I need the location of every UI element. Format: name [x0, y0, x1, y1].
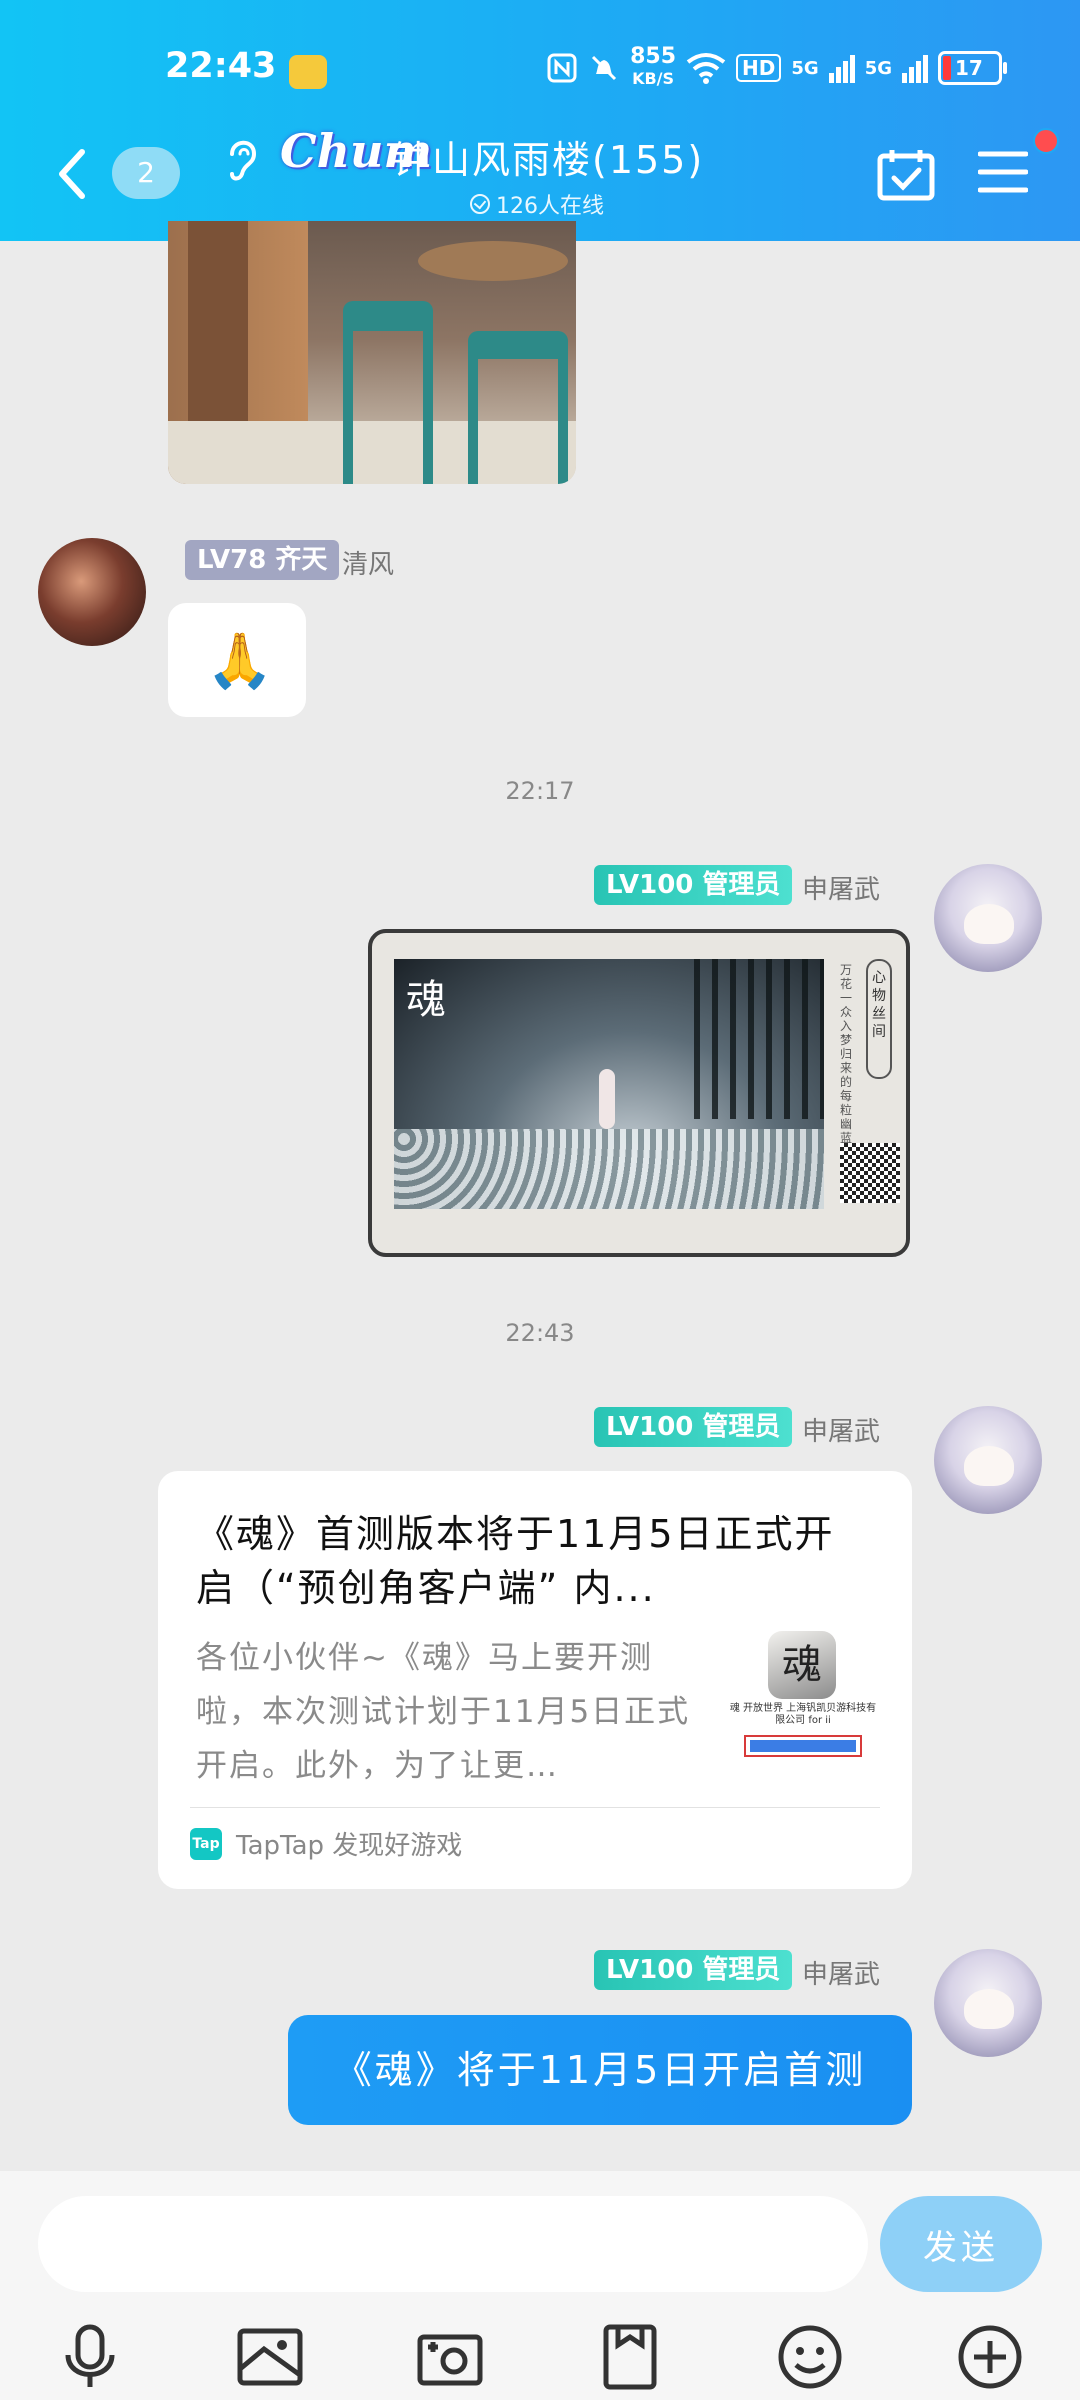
- timestamp: 22:43: [505, 1319, 575, 1347]
- battery-level: [943, 56, 951, 80]
- online-count[interactable]: 126人在线: [470, 188, 604, 220]
- net-speed-value: 855: [630, 44, 677, 69]
- send-button[interactable]: 发送: [880, 2196, 1042, 2292]
- level-badge: LV78 齐天: [185, 540, 340, 580]
- link-source: Tap TapTap 发现好游戏: [190, 1825, 462, 1862]
- image-icon[interactable]: [236, 2323, 304, 2391]
- wifi-icon: [686, 53, 726, 84]
- thumbnail-button: [744, 1735, 862, 1757]
- message-input[interactable]: [38, 2196, 868, 2292]
- link-title: 《魂》首测版本将于11月5日正式开启（“预创角客户端” 内...: [196, 1512, 835, 1610]
- photo-table: [418, 241, 568, 281]
- pray-hands-icon: 🙏: [206, 629, 274, 692]
- input-toolbar: [0, 2317, 1080, 2397]
- menu-icon[interactable]: [978, 150, 1028, 194]
- avatar[interactable]: [934, 1949, 1042, 2057]
- link-share-card[interactable]: 《魂》首测版本将于11月5日正式开启（“预创角客户端” 内... 各位小伙伴~《…: [158, 1471, 912, 1889]
- photo-chair: [468, 331, 568, 484]
- net-speed-unit: KB/S: [632, 69, 675, 88]
- game-app-icon: 魂: [768, 1631, 836, 1699]
- battery-icon: 17: [938, 51, 1007, 85]
- net-speed: 855 KB/S: [630, 46, 676, 90]
- message-list[interactable]: LV78 齐天 清风 🙏 22:17 申屠武 LV100 管理员 魂 万花一众入…: [0, 221, 1080, 2171]
- signal-icon-1: [828, 55, 855, 83]
- hd-icon: HD: [736, 54, 782, 82]
- online-text: 126人在线: [496, 194, 604, 219]
- camera-icon[interactable]: [416, 2323, 484, 2391]
- link-thumbnail: 魂 魂 开放世界 上海钒凯贝游科技有限公司 for ii: [728, 1631, 878, 1761]
- file-icon[interactable]: [596, 2323, 664, 2391]
- sticker-message[interactable]: 🙏: [168, 603, 306, 717]
- calendar-check-icon[interactable]: [876, 148, 936, 202]
- poster-seal: 心物丝间: [866, 959, 892, 1079]
- status-icons: 855 KB/S HD 5G 5G 17: [546, 46, 1007, 90]
- link-description: 各位小伙伴~《魂》马上要开测啦，本次测试计划于11月5日正式开启。此外，为了让更…: [196, 1640, 691, 1784]
- sender-name[interactable]: 清风: [342, 544, 394, 581]
- source-name: TapTap 发现好游戏: [236, 1831, 463, 1861]
- avatar[interactable]: [934, 1406, 1042, 1514]
- character-figure: [599, 1069, 615, 1129]
- group-title[interactable]: 钟山风雨楼(155): [392, 129, 704, 184]
- status-time: 22:43: [165, 46, 277, 86]
- poster-side-text: 万花一众入梦归来的每粒幽蓝芳汤: [840, 963, 853, 1173]
- bamboo-trees: [694, 959, 824, 1119]
- game-logo: 魂: [406, 977, 446, 1023]
- notification-dot: [1033, 128, 1059, 154]
- composer-bar: 发送: [0, 2171, 1080, 2400]
- taptap-logo-icon: Tap: [190, 1827, 222, 1860]
- sim1-label: 5G: [791, 57, 819, 79]
- notification-app-icon: [289, 55, 327, 89]
- avatar[interactable]: [38, 538, 146, 646]
- avatar[interactable]: [934, 864, 1042, 972]
- text-message[interactable]: 《魂》将于11月5日开启首测: [288, 2015, 912, 2125]
- online-check-icon: [470, 194, 490, 214]
- battery-percent: 17: [955, 56, 983, 80]
- flower-field: [394, 1129, 824, 1209]
- signal-icon-2: [902, 55, 928, 83]
- plus-icon[interactable]: [956, 2323, 1024, 2391]
- thumbnail-caption: 魂 开放世界 上海钒凯贝游科技有限公司 for ii: [729, 1703, 877, 1726]
- unread-count-badge[interactable]: 2: [112, 147, 180, 199]
- mic-icon[interactable]: [56, 2323, 124, 2391]
- chat-header: 22:43 855 KB/S HD 5G 5G 17 2 Chum 钟山风雨楼(…: [0, 0, 1080, 241]
- game-scene: 魂: [394, 959, 824, 1209]
- sender-name[interactable]: 申屠武: [802, 1954, 880, 1991]
- photo-chair: [343, 301, 433, 484]
- sim2-label: 5G: [864, 57, 892, 79]
- back-chevron-icon[interactable]: [52, 146, 92, 202]
- timestamp: 22:17: [505, 777, 575, 805]
- ear-icon[interactable]: [220, 134, 264, 182]
- photo-door: [188, 221, 248, 431]
- divider: [190, 1807, 880, 1808]
- level-badge: LV100 管理员: [594, 1407, 793, 1447]
- qr-code: [840, 1143, 900, 1203]
- image-message[interactable]: [168, 221, 576, 484]
- sender-name[interactable]: 申屠武: [802, 1411, 880, 1448]
- emoji-icon[interactable]: [776, 2323, 844, 2391]
- mute-bell-icon: [592, 55, 617, 81]
- status-bar: 22:43 855 KB/S HD 5G 5G 17: [0, 0, 1080, 140]
- level-badge: LV100 管理员: [594, 865, 793, 905]
- level-badge: LV100 管理员: [594, 1950, 793, 1990]
- game-poster-image[interactable]: 魂 万花一众入梦归来的每粒幽蓝芳汤 心物丝间: [368, 929, 910, 1257]
- sender-name[interactable]: 申屠武: [802, 869, 880, 906]
- nfc-icon: [547, 53, 577, 83]
